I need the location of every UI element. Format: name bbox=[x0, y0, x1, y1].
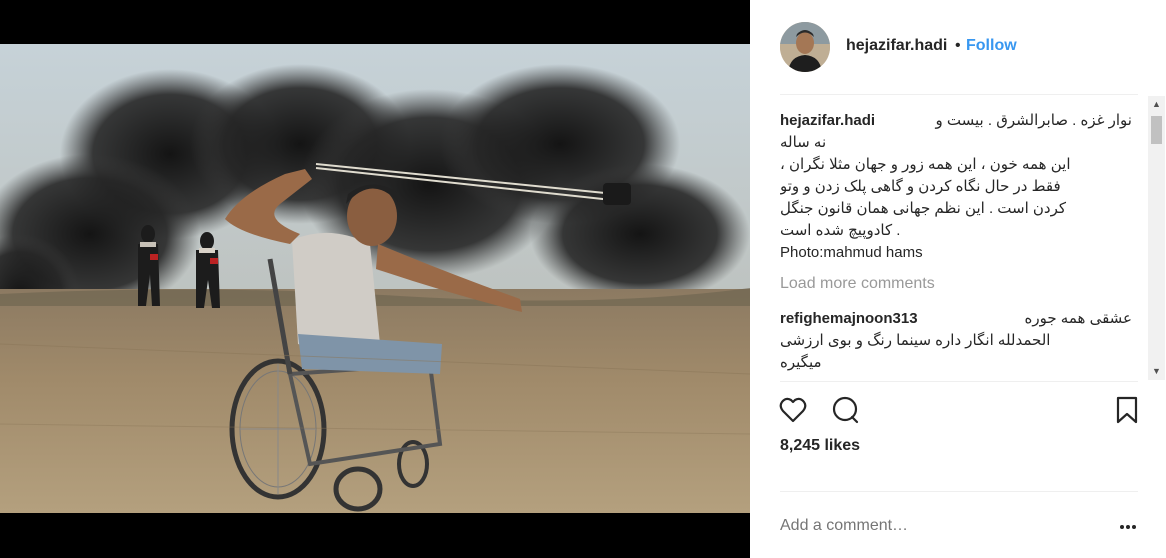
caption-text-4: فقط در حال نگاه کردن و گاهی پلک زدن و وت… bbox=[780, 178, 1061, 195]
post-actions bbox=[778, 395, 1138, 425]
caption: hejazifar.hadi نوار غزه . صابرالشرق . بی… bbox=[780, 110, 1132, 264]
comment-line-1: refighemajnoon313 عشقی همه جوره bbox=[780, 308, 1132, 330]
likes-count[interactable]: 8,245 likes bbox=[780, 437, 860, 455]
scroll-up-arrow-icon[interactable]: ▲ bbox=[1148, 96, 1165, 113]
post-sidebar: hejazifar.hadi • Follow hejazifar.hadi ن… bbox=[750, 0, 1166, 558]
caption-text-6: . کادوپیچ شده است bbox=[780, 222, 901, 239]
comment-item: refighemajnoon313 عشقی همه جوره الحمدلله… bbox=[780, 308, 1132, 374]
post-media[interactable] bbox=[0, 0, 750, 558]
comment-text-3: میگیره bbox=[780, 354, 822, 371]
comments-list[interactable]: hejazifar.hadi نوار غزه . صابرالشرق . بی… bbox=[780, 110, 1132, 378]
footer-divider bbox=[780, 491, 1138, 492]
comment-bubble-icon[interactable] bbox=[830, 395, 860, 425]
caption-text-3: این همه خون ، این همه زور و جهان مثلا نگ… bbox=[780, 156, 1071, 173]
comments-divider bbox=[780, 381, 1138, 382]
caption-text-2: نه ساله bbox=[780, 134, 827, 151]
comment-text-2: الحمدلله انگار داره سینما رنگ و بوی ارزش… bbox=[780, 332, 1051, 349]
comment-username[interactable]: refighemajnoon313 bbox=[780, 310, 918, 327]
load-more-comments-button[interactable]: Load more comments bbox=[780, 275, 935, 293]
scrollbar-thumb[interactable] bbox=[1151, 116, 1162, 144]
caption-username[interactable]: hejazifar.hadi bbox=[780, 112, 875, 129]
heart-icon[interactable] bbox=[778, 395, 808, 425]
header-divider bbox=[780, 94, 1138, 95]
post-photo bbox=[0, 44, 750, 513]
follow-button[interactable]: Follow bbox=[966, 37, 1017, 55]
post-header: hejazifar.hadi • Follow bbox=[750, 0, 1150, 94]
caption-photo-credit: Photo:mahmud hams bbox=[780, 244, 923, 261]
separator-dot: • bbox=[955, 37, 961, 54]
comments-scrollbar[interactable]: ▲ ▼ bbox=[1148, 96, 1165, 380]
caption-line-1: hejazifar.hadi نوار غزه . صابرالشرق . بی… bbox=[780, 110, 1132, 132]
author-username[interactable]: hejazifar.hadi bbox=[846, 37, 947, 55]
add-comment-input[interactable] bbox=[780, 517, 1080, 535]
scroll-down-arrow-icon[interactable]: ▼ bbox=[1148, 363, 1165, 380]
avatar-image bbox=[780, 22, 830, 72]
more-options-icon[interactable] bbox=[1118, 518, 1138, 536]
author-avatar[interactable] bbox=[780, 22, 830, 72]
caption-text-5: کردن است . این نظم جهانی همان قانون جنگل bbox=[780, 200, 1067, 217]
comment-text-1: عشقی همه جوره bbox=[1024, 310, 1132, 327]
bookmark-icon[interactable] bbox=[1112, 395, 1142, 425]
caption-text-1: نوار غزه . صابرالشرق . بیست و bbox=[935, 112, 1132, 129]
